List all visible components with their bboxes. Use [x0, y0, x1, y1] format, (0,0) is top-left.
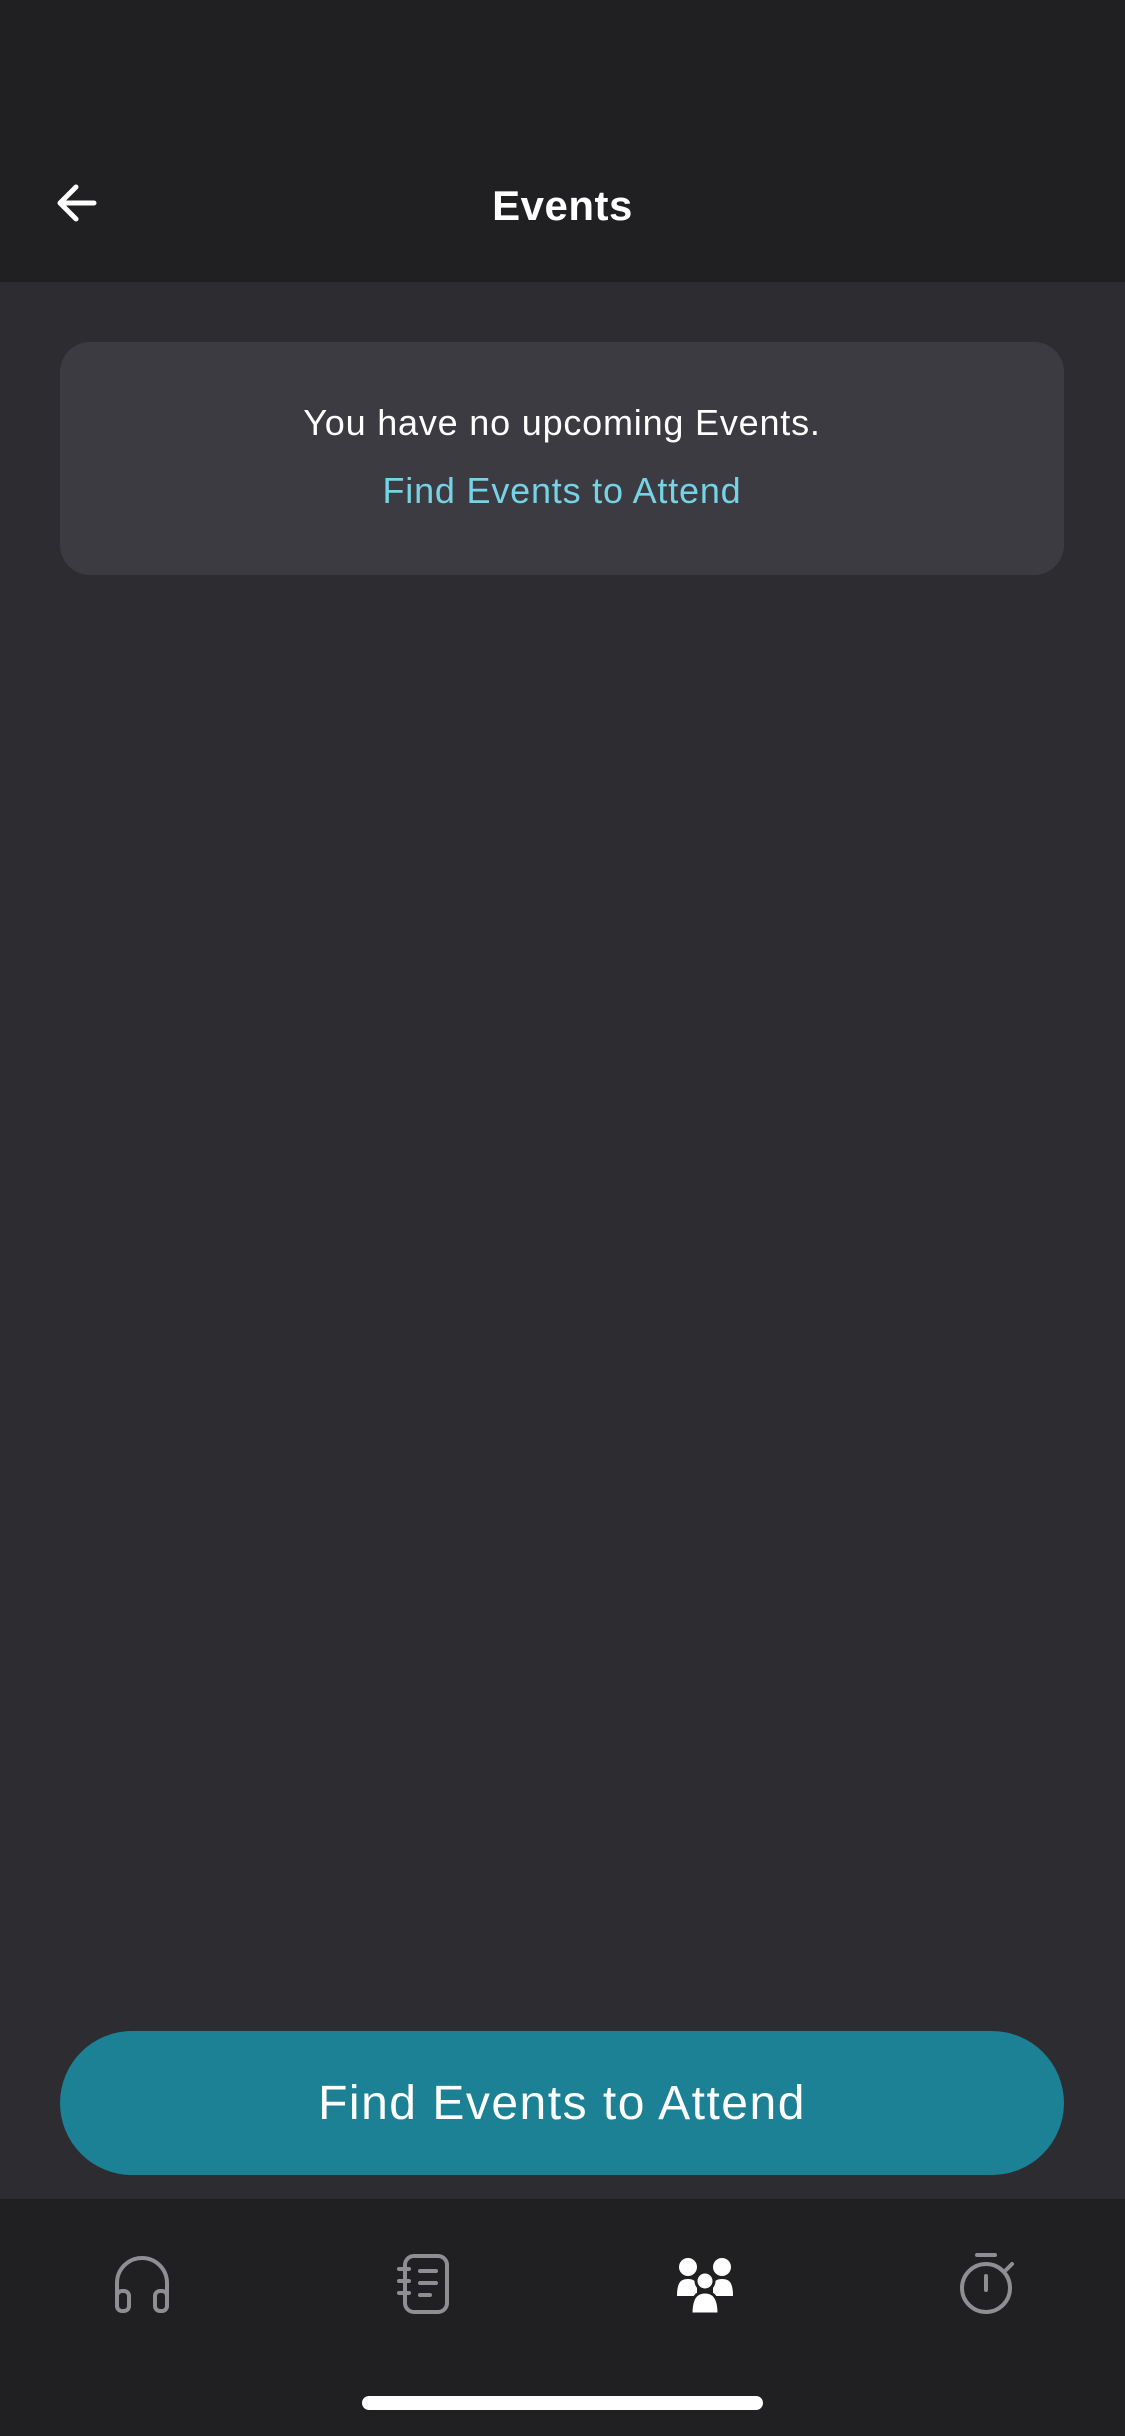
community-icon	[677, 2258, 733, 2314]
headphones-icon	[115, 2256, 169, 2313]
find-events-button[interactable]: Find Events to Attend	[60, 2031, 1064, 2175]
page-title: Events	[492, 182, 633, 229]
home-indicator	[362, 2396, 763, 2410]
tab-journal[interactable]	[374, 2239, 474, 2329]
top-header: Events	[0, 0, 1125, 282]
empty-state-message: You have no upcoming Events.	[303, 402, 821, 443]
tab-listen[interactable]	[92, 2239, 192, 2329]
find-events-link[interactable]: Find Events to Attend	[60, 466, 1064, 516]
tab-community[interactable]	[655, 2239, 755, 2329]
tab-timer[interactable]	[936, 2239, 1036, 2329]
timer-icon	[960, 2253, 1014, 2314]
journal-icon	[397, 2254, 449, 2314]
find-events-button-label: Find Events to Attend	[318, 2076, 806, 2130]
empty-state-card: You have no upcoming Events. Find Events…	[60, 342, 1064, 575]
